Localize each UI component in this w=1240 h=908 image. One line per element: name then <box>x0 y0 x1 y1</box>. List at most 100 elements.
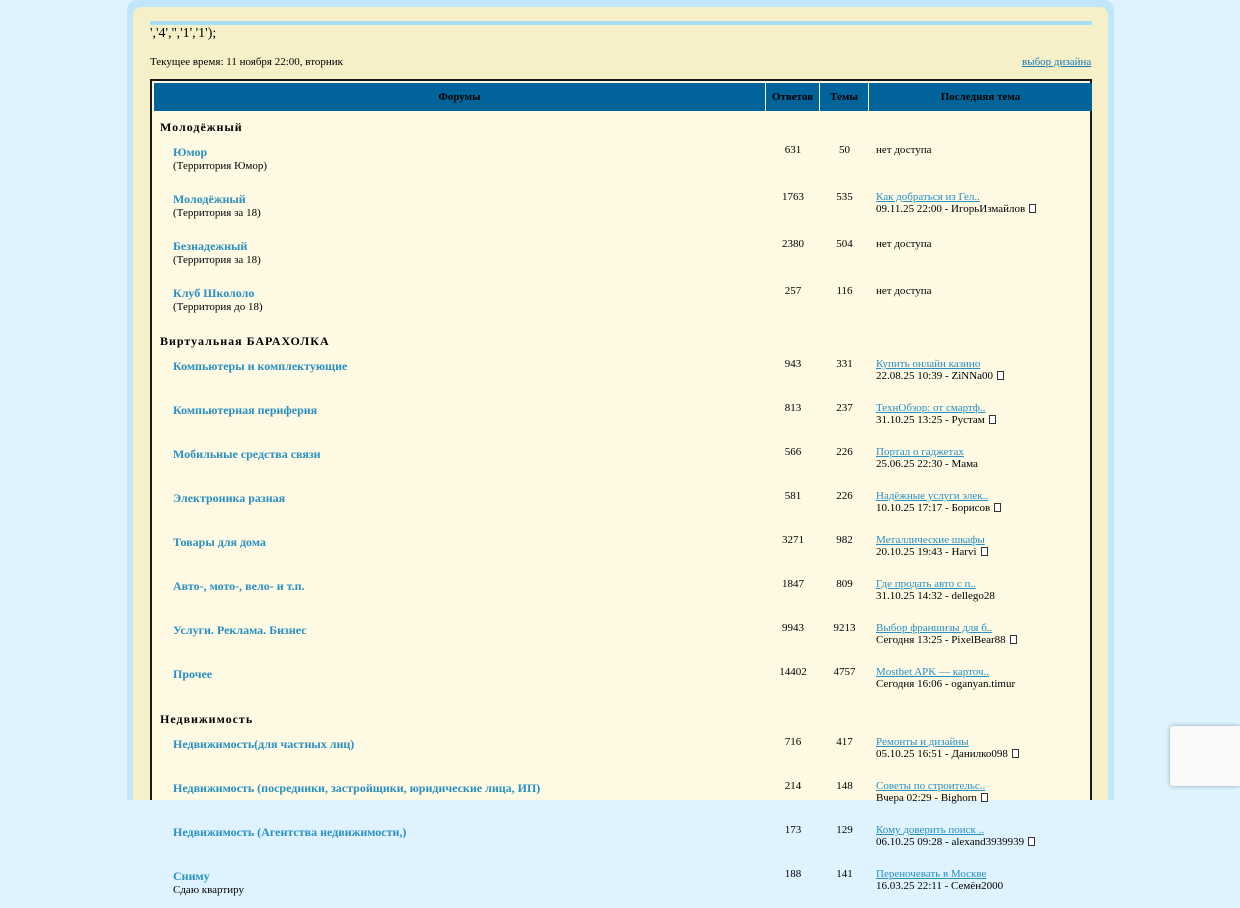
last-topic-cell: Советы по строительс.. Вчера 02:29 - Bigh… <box>869 773 1092 817</box>
last-topic-link[interactable]: Кому доверить поиск .. <box>876 824 1092 836</box>
last-topic-link[interactable]: Как добраться из Гел.. <box>876 191 1092 203</box>
last-topic-cell: ТехнОбзор: от смартф.. 31.10.25 13:25 - Р… <box>869 395 1092 439</box>
forum-cell: Клуб Школоло (Территория до 18) <box>154 278 766 325</box>
recaptcha-badge[interactable] <box>1170 726 1240 786</box>
raw-code-text: ','4','','1','1'); <box>150 26 217 41</box>
last-topic-link[interactable]: Выбор франшизы для б.. <box>876 622 1092 634</box>
category-title: Недвижимость <box>160 712 254 726</box>
last-topic-info: Сегодня 13:25 - PixelBear88 <box>876 634 1006 646</box>
replies-count: 716 <box>784 736 802 748</box>
forum-link[interactable]: Недвижимость (Агентства недвижимости,) <box>154 817 766 840</box>
last-topic-info: нет доступа <box>876 144 932 156</box>
table-row: Юмор (Территория Юмор) 631 50 нет доступа <box>154 137 1092 184</box>
forum-link[interactable]: Товары для дома <box>154 527 766 550</box>
current-time: Текущее время: 11 ноября 22:00, вторник <box>150 56 343 68</box>
table-row: Сниму Сдаю квартиру 188 141 Переночевать в М… <box>154 861 1092 908</box>
forum-link[interactable]: Безнадежный <box>154 231 766 254</box>
category-title: Виртуальная БАРАХОЛКА <box>160 334 330 348</box>
forum-cell: Прочее <box>154 659 766 703</box>
goto-post-icon[interactable] <box>980 793 988 802</box>
last-topic-cell: нет доступа <box>869 137 1092 184</box>
topics-count: 504 <box>836 238 853 250</box>
last-topic-cell: нет доступа <box>869 231 1092 278</box>
forum-link[interactable]: Услуги. Реклама. Бизнес <box>154 615 766 638</box>
forum-link[interactable]: Сниму <box>154 861 766 884</box>
forum-link[interactable]: Компьютеры и комплектующие <box>154 351 766 374</box>
design-select-link[interactable]: выбор дизайна <box>1022 56 1091 68</box>
last-topic-cell: Как добраться из Гел.. 09.11.25 22:00 - И… <box>869 184 1092 231</box>
topics-count: 331 <box>836 358 853 370</box>
replies-count: 566 <box>784 446 802 458</box>
forum-link[interactable]: Компьютерная периферия <box>154 395 766 418</box>
top-divider <box>150 21 1092 25</box>
last-topic-link[interactable]: Где продать авто с п.. <box>876 578 1092 590</box>
goto-post-icon[interactable] <box>980 547 988 556</box>
forum-table: Форумы Ответов Темы Последняя тема Молод… <box>154 83 1092 908</box>
forum-description: Сдаю квартиру <box>173 884 244 896</box>
forum-link[interactable]: Недвижимость (посредники, застройщики, ю… <box>154 773 766 796</box>
topics-count: 809 <box>836 578 853 590</box>
table-row: Компьютерная периферия 813 237 ТехнОбзор: о… <box>154 395 1092 439</box>
topics-count: 535 <box>836 191 853 203</box>
table-row: Электроника разная 581 226 Надёжные услуги … <box>154 483 1092 527</box>
table-row: Недвижимость (Агентства недвижимости,) 17… <box>154 817 1092 861</box>
forum-cell: Компьютеры и комплектующие <box>154 351 766 395</box>
last-topic-link[interactable]: ТехнОбзор: от смартф.. <box>876 402 1092 414</box>
last-topic-info: 20.10.25 19:43 - Harvi <box>876 546 977 558</box>
last-topic-link[interactable]: Портал о гаджетах <box>876 446 1092 458</box>
goto-post-icon[interactable] <box>994 503 1002 512</box>
replies-count: 3271 <box>782 534 804 546</box>
col-topics: Темы <box>820 83 869 111</box>
forum-link[interactable]: Клуб Школоло <box>154 278 766 301</box>
forum-link[interactable]: Юмор <box>154 137 766 160</box>
table-row: Компьютеры и комплектующие 943 331 Купить о… <box>154 351 1092 395</box>
forum-link[interactable]: Прочее <box>154 659 766 682</box>
forum-link[interactable]: Авто-, мото-, вело- и т.п. <box>154 571 766 594</box>
topics-count: 226 <box>836 490 853 502</box>
last-topic-info: 31.10.25 14:32 - dellego28 <box>876 590 995 602</box>
goto-post-icon[interactable] <box>1029 204 1037 213</box>
replies-count: 943 <box>784 358 802 370</box>
goto-post-icon[interactable] <box>1009 635 1017 644</box>
goto-post-icon[interactable] <box>1028 837 1036 846</box>
last-topic-link[interactable]: Надёжные услуги элек.. <box>876 490 1092 502</box>
category-row: Молодёжный <box>154 111 1092 137</box>
last-topic-link[interactable]: Переночевать в Москве <box>876 868 1092 880</box>
goto-post-icon[interactable] <box>1011 749 1019 758</box>
forum-link[interactable]: Молодёжный <box>154 184 766 207</box>
topics-count: 4757 <box>833 666 856 678</box>
last-topic-cell: Надёжные услуги элек.. 10.10.25 17:17 - Б… <box>869 483 1092 527</box>
last-topic-info: нет доступа <box>876 238 932 250</box>
last-topic-link[interactable]: Советы по строительс.. <box>876 780 1092 792</box>
last-topic-cell: Кому доверить поиск .. 06.10.25 09:28 - a… <box>869 817 1092 861</box>
forum-cell: Компьютерная периферия <box>154 395 766 439</box>
topics-count: 50 <box>839 144 850 156</box>
table-row: Мобильные средства связи 566 226 Портал о г… <box>154 439 1092 483</box>
table-row: Авто-, мото-, вело- и т.п. 1847 809 Где про… <box>154 571 1092 615</box>
last-topic-cell: Где продать авто с п.. 31.10.25 14:32 - d… <box>869 571 1092 615</box>
last-topic-info: нет доступа <box>876 285 932 297</box>
last-topic-info: 22.08.25 10:39 - ZiNNa00 <box>876 370 994 382</box>
last-topic-link[interactable]: Металлические шкафы <box>876 534 1092 546</box>
last-topic-info: Вчера 02:29 - Bighorn <box>876 792 977 804</box>
forum-link[interactable]: Недвижимость(для частных лиц) <box>154 729 766 752</box>
forum-cell: Авто-, мото-, вело- и т.п. <box>154 571 766 615</box>
last-topic-info: 25.06.25 22:30 - Мама <box>876 458 978 470</box>
last-topic-info: 06.10.25 09:28 - alexand3939939 <box>876 836 1025 848</box>
last-topic-link[interactable]: Mostbet APK — карточ.. <box>876 666 1092 678</box>
forum-description: (Территория за 18) <box>173 254 261 266</box>
forum-description: (Территория Юмор) <box>173 160 268 172</box>
forum-link[interactable]: Электроника разная <box>154 483 766 506</box>
table-row: Безнадежный (Территория за 18) 2380 504 нет … <box>154 231 1092 278</box>
last-topic-cell: Портал о гаджетах 25.06.25 22:30 - Мама <box>869 439 1092 483</box>
forum-link[interactable]: Мобильные средства связи <box>154 439 766 462</box>
topics-count: 116 <box>836 285 853 297</box>
replies-count: 813 <box>784 402 802 414</box>
last-topic-link[interactable]: Ремонты и дизайны <box>876 736 1092 748</box>
goto-post-icon[interactable] <box>997 371 1005 380</box>
goto-post-icon[interactable] <box>988 415 996 424</box>
last-topic-info: 16.03.25 22:11 - Семён2000 <box>876 880 1004 892</box>
last-topic-cell: нет доступа <box>869 278 1092 325</box>
last-topic-info: 05.10.25 16:51 - Данилко098 <box>876 748 1008 760</box>
last-topic-link[interactable]: Купить онлайн казино <box>876 358 1092 370</box>
